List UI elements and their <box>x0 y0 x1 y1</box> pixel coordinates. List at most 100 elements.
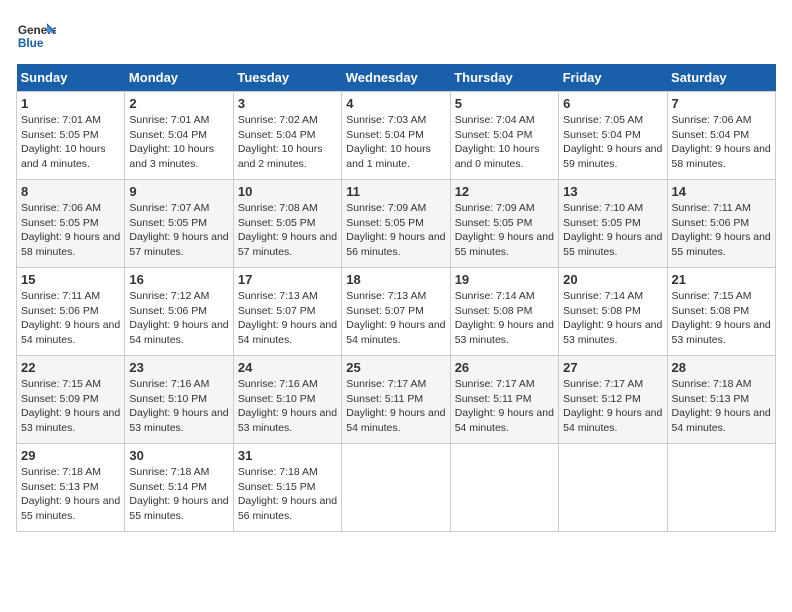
calendar-cell <box>667 444 775 532</box>
day-info: Sunrise: 7:17 AMSunset: 5:12 PMDaylight:… <box>563 377 662 436</box>
logo: General Blue <box>16 16 60 56</box>
day-number: 17 <box>238 272 337 287</box>
day-number: 10 <box>238 184 337 199</box>
calendar-cell: 11 Sunrise: 7:09 AMSunset: 5:05 PMDayligh… <box>342 180 450 268</box>
day-number: 20 <box>563 272 662 287</box>
calendar-cell: 1 Sunrise: 7:01 AMSunset: 5:05 PMDaylight… <box>17 92 125 180</box>
day-info: Sunrise: 7:10 AMSunset: 5:05 PMDaylight:… <box>563 201 662 260</box>
calendar-cell: 24 Sunrise: 7:16 AMSunset: 5:10 PMDayligh… <box>233 356 341 444</box>
day-number: 2 <box>129 96 228 111</box>
day-info: Sunrise: 7:13 AMSunset: 5:07 PMDaylight:… <box>238 289 337 348</box>
calendar-cell: 29 Sunrise: 7:18 AMSunset: 5:13 PMDayligh… <box>17 444 125 532</box>
day-number: 18 <box>346 272 445 287</box>
day-info: Sunrise: 7:18 AMSunset: 5:13 PMDaylight:… <box>672 377 771 436</box>
day-number: 15 <box>21 272 120 287</box>
day-info: Sunrise: 7:06 AMSunset: 5:04 PMDaylight:… <box>672 113 771 172</box>
calendar-cell: 19 Sunrise: 7:14 AMSunset: 5:08 PMDayligh… <box>450 268 558 356</box>
day-info: Sunrise: 7:03 AMSunset: 5:04 PMDaylight:… <box>346 113 445 172</box>
day-number: 19 <box>455 272 554 287</box>
calendar-cell: 16Sunrise: 7:12 AMSunset: 5:06 PMDayligh… <box>125 268 233 356</box>
day-number: 16 <box>129 272 228 287</box>
day-number: 25 <box>346 360 445 375</box>
calendar-cell: 20Sunrise: 7:14 AMSunset: 5:08 PMDayligh… <box>559 268 667 356</box>
day-number: 7 <box>672 96 771 111</box>
day-info: Sunrise: 7:17 AMSunset: 5:11 PMDaylight:… <box>455 377 554 436</box>
day-info: Sunrise: 7:11 AMSunset: 5:06 PMDaylight:… <box>672 201 771 260</box>
calendar-cell: 23Sunrise: 7:16 AMSunset: 5:10 PMDayligh… <box>125 356 233 444</box>
day-info: Sunrise: 7:07 AMSunset: 5:05 PMDaylight:… <box>129 201 228 260</box>
col-header-monday: Monday <box>125 64 233 92</box>
calendar-cell: 2 Sunrise: 7:01 AMSunset: 5:04 PMDaylight… <box>125 92 233 180</box>
calendar-cell: 27 Sunrise: 7:17 AMSunset: 5:12 PMDayligh… <box>559 356 667 444</box>
page-header: General Blue <box>16 16 776 56</box>
day-number: 8 <box>21 184 120 199</box>
col-header-thursday: Thursday <box>450 64 558 92</box>
col-header-friday: Friday <box>559 64 667 92</box>
day-number: 3 <box>238 96 337 111</box>
day-info: Sunrise: 7:16 AMSunset: 5:10 PMDaylight:… <box>238 377 337 436</box>
day-info: Sunrise: 7:17 AMSunset: 5:11 PMDaylight:… <box>346 377 445 436</box>
day-info: Sunrise: 7:09 AMSunset: 5:05 PMDaylight:… <box>346 201 445 260</box>
calendar-cell <box>342 444 450 532</box>
day-number: 30 <box>129 448 228 463</box>
day-number: 13 <box>563 184 662 199</box>
calendar-cell <box>559 444 667 532</box>
calendar-cell: 30Sunrise: 7:18 AMSunset: 5:14 PMDayligh… <box>125 444 233 532</box>
day-info: Sunrise: 7:15 AMSunset: 5:09 PMDaylight:… <box>21 377 120 436</box>
col-header-tuesday: Tuesday <box>233 64 341 92</box>
calendar-cell: 12 Sunrise: 7:09 AMSunset: 5:05 PMDayligh… <box>450 180 558 268</box>
day-number: 29 <box>21 448 120 463</box>
day-number: 26 <box>455 360 554 375</box>
day-number: 27 <box>563 360 662 375</box>
calendar-cell: 17 Sunrise: 7:13 AMSunset: 5:07 PMDayligh… <box>233 268 341 356</box>
calendar-cell: 18 Sunrise: 7:13 AMSunset: 5:07 PMDayligh… <box>342 268 450 356</box>
calendar-header-row: SundayMondayTuesdayWednesdayThursdayFrid… <box>17 64 776 92</box>
day-info: Sunrise: 7:11 AMSunset: 5:06 PMDaylight:… <box>21 289 120 348</box>
day-number: 5 <box>455 96 554 111</box>
day-number: 22 <box>21 360 120 375</box>
day-info: Sunrise: 7:09 AMSunset: 5:05 PMDaylight:… <box>455 201 554 260</box>
col-header-wednesday: Wednesday <box>342 64 450 92</box>
calendar-week-3: 15 Sunrise: 7:11 AMSunset: 5:06 PMDayligh… <box>17 268 776 356</box>
day-info: Sunrise: 7:18 AMSunset: 5:13 PMDaylight:… <box>21 465 120 524</box>
calendar-cell: 14Sunrise: 7:11 AMSunset: 5:06 PMDayligh… <box>667 180 775 268</box>
calendar-cell: 6Sunrise: 7:05 AMSunset: 5:04 PMDaylight… <box>559 92 667 180</box>
calendar-cell: 7 Sunrise: 7:06 AMSunset: 5:04 PMDaylight… <box>667 92 775 180</box>
day-info: Sunrise: 7:14 AMSunset: 5:08 PMDaylight:… <box>455 289 554 348</box>
calendar-week-4: 22 Sunrise: 7:15 AMSunset: 5:09 PMDayligh… <box>17 356 776 444</box>
col-header-sunday: Sunday <box>17 64 125 92</box>
svg-text:Blue: Blue <box>18 36 44 50</box>
day-number: 23 <box>129 360 228 375</box>
calendar-cell: 8 Sunrise: 7:06 AMSunset: 5:05 PMDaylight… <box>17 180 125 268</box>
day-info: Sunrise: 7:18 AMSunset: 5:15 PMDaylight:… <box>238 465 337 524</box>
day-info: Sunrise: 7:15 AMSunset: 5:08 PMDaylight:… <box>672 289 771 348</box>
calendar-cell: 13 Sunrise: 7:10 AMSunset: 5:05 PMDayligh… <box>559 180 667 268</box>
calendar-cell: 28 Sunrise: 7:18 AMSunset: 5:13 PMDayligh… <box>667 356 775 444</box>
day-number: 21 <box>672 272 771 287</box>
calendar-cell: 25 Sunrise: 7:17 AMSunset: 5:11 PMDayligh… <box>342 356 450 444</box>
calendar-cell: 21 Sunrise: 7:15 AMSunset: 5:08 PMDayligh… <box>667 268 775 356</box>
calendar-cell: 5Sunrise: 7:04 AMSunset: 5:04 PMDaylight… <box>450 92 558 180</box>
calendar-cell: 4 Sunrise: 7:03 AMSunset: 5:04 PMDaylight… <box>342 92 450 180</box>
day-info: Sunrise: 7:08 AMSunset: 5:05 PMDaylight:… <box>238 201 337 260</box>
calendar-week-2: 8 Sunrise: 7:06 AMSunset: 5:05 PMDaylight… <box>17 180 776 268</box>
day-number: 11 <box>346 184 445 199</box>
calendar-cell: 26 Sunrise: 7:17 AMSunset: 5:11 PMDayligh… <box>450 356 558 444</box>
calendar-cell: 10 Sunrise: 7:08 AMSunset: 5:05 PMDayligh… <box>233 180 341 268</box>
day-number: 28 <box>672 360 771 375</box>
day-info: Sunrise: 7:01 AMSunset: 5:05 PMDaylight:… <box>21 113 120 172</box>
day-number: 9 <box>129 184 228 199</box>
day-number: 4 <box>346 96 445 111</box>
day-number: 12 <box>455 184 554 199</box>
day-number: 1 <box>21 96 120 111</box>
day-number: 24 <box>238 360 337 375</box>
col-header-saturday: Saturday <box>667 64 775 92</box>
calendar-cell <box>450 444 558 532</box>
calendar-cell: 15 Sunrise: 7:11 AMSunset: 5:06 PMDayligh… <box>17 268 125 356</box>
day-number: 6 <box>563 96 662 111</box>
day-info: Sunrise: 7:06 AMSunset: 5:05 PMDaylight:… <box>21 201 120 260</box>
day-info: Sunrise: 7:01 AMSunset: 5:04 PMDaylight:… <box>129 113 228 172</box>
day-info: Sunrise: 7:13 AMSunset: 5:07 PMDaylight:… <box>346 289 445 348</box>
calendar-cell: 9 Sunrise: 7:07 AMSunset: 5:05 PMDaylight… <box>125 180 233 268</box>
day-number: 31 <box>238 448 337 463</box>
